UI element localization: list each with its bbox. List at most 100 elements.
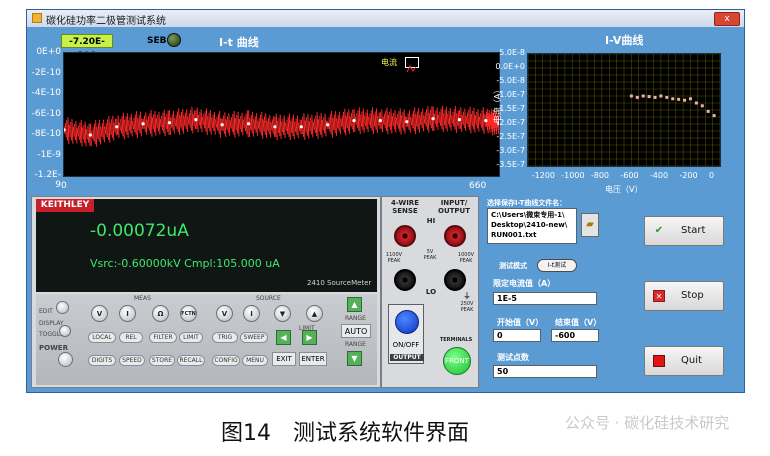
it-noise-segment [201,116,204,126]
it-noise-segment [183,115,186,127]
it-plot-area[interactable] [62,52,501,177]
sense-lo-jack[interactable] [394,269,416,291]
source-v-key[interactable]: V [216,305,233,322]
start-label: Start [681,225,706,236]
output-hi-jack[interactable] [444,225,466,247]
it-noise-segment [165,116,167,130]
file-path-field[interactable]: C:\Users\微束专用-1\ Desktop\2410-new\ RUN00… [487,208,577,244]
sweep-key[interactable]: SWEEP [240,332,268,343]
keithley-logo: KEITHLEY [36,199,94,212]
it-noise-segment [399,108,402,135]
seb-label: SEB [147,36,167,46]
it-data-point [457,118,462,122]
it-y-tick: -1E-9 [37,149,61,160]
config-key[interactable]: CONFIG [212,355,240,366]
stop-button[interactable]: ✕ Stop [644,281,724,311]
left-arrow-key[interactable]: ◀ [276,330,291,345]
source-up-key[interactable]: ▲ [306,305,323,322]
it-noise-segment [81,127,84,140]
it-noise-segment [211,117,214,128]
iv-plot-area[interactable] [527,53,721,167]
rel-key[interactable]: REL [119,332,143,343]
store-key[interactable]: STORE [149,355,175,366]
menu-key[interactable]: MENU [242,355,268,366]
meas-ohm-key[interactable]: Ω [152,305,169,322]
edit-knob[interactable] [56,301,69,314]
output-onoff-button[interactable] [395,310,419,334]
it-noise-segment [414,107,417,135]
it-noise-segment [87,126,90,143]
it-data-point [431,117,435,121]
sense-hi-jack[interactable] [394,225,416,247]
it-noise-segment [441,105,444,133]
mode-toggle[interactable]: I-t测试 [537,259,577,272]
it-noise-segment [345,115,348,129]
it-noise-segment [332,117,335,131]
power-switch[interactable] [58,352,73,367]
browse-folder-icon[interactable]: ▰ [581,213,599,237]
iv-data-point [641,94,645,98]
end-voltage-field[interactable]: -600 [551,329,599,342]
iv-y-tick: 5.0E-8 [499,48,525,57]
terminals-panel: 4-WIRE SENSE INPUT/ OUTPUT HI 1100V PEAK… [381,196,479,388]
it-noise-segment [288,113,291,141]
quit-label: Quit [681,355,702,366]
it-noise-segment [298,122,301,131]
it-noise-segment [157,114,160,132]
it-noise-segment [393,112,396,130]
speed-key[interactable]: SPEED [119,355,145,366]
it-legend-swatch-icon[interactable] [405,57,419,73]
source-i-key[interactable]: I [243,305,260,322]
output-lo-jack[interactable] [444,269,466,291]
meas-v-key[interactable]: V [91,305,108,322]
exit-key[interactable]: EXIT [272,352,296,366]
it-noise-segment [476,112,479,129]
v1000-label: 1000V PEAK [457,252,475,264]
enter-key[interactable]: ENTER [299,352,327,366]
iv-x-tick: -1000 [561,171,585,180]
it-noise-segment [67,117,70,144]
it-noise-segment [344,108,347,136]
it-noise-segment [108,115,111,143]
digits-key[interactable]: DIGITS [88,355,116,366]
start-button[interactable]: ✔ Start [644,216,724,246]
trig-key[interactable]: TRIG [212,332,238,343]
it-noise-segment [216,116,219,131]
it-noise-segment [341,115,344,130]
meas-i-key[interactable]: I [119,305,136,322]
end-voltage-label: 结束值（V） [555,318,602,327]
auto-range-key[interactable]: AUTO [341,324,371,338]
it-noise-segment [371,107,374,134]
it-noise-segment [377,115,380,126]
iv-data-point [665,95,669,99]
start-voltage-field[interactable]: 0 [493,329,541,342]
local-key[interactable]: LOCAL [88,332,116,343]
recall-key[interactable]: RECALL [177,355,205,366]
lo-label: LO [425,288,437,296]
it-noise-segment [258,117,261,133]
quit-button[interactable]: Quit [644,346,724,376]
it-noise-segment [166,113,169,133]
it-noise-segment [197,114,200,126]
close-button[interactable]: x [714,12,740,26]
filter-key[interactable]: FILTER [149,332,177,343]
fctn-key[interactable]: FCTN [180,305,197,322]
source-down-key[interactable]: ▼ [274,305,291,322]
it-noise-segment [257,120,260,129]
limit-current-field[interactable]: 1E-5 [493,292,597,305]
it-noise-segment [319,116,322,135]
front-terminals-button[interactable]: FRONT [443,347,471,375]
toggle-button[interactable] [59,325,71,337]
range-down-key[interactable]: ▼ [347,351,362,366]
it-data-point [115,125,119,129]
it-noise-segment [199,112,202,129]
limit-key[interactable]: LIMIT [179,332,203,343]
right-arrow-key[interactable]: ▶ [302,330,317,345]
it-noise-segment [279,114,282,140]
it-noise-segment [290,120,293,133]
points-field[interactable]: 50 [493,365,597,378]
iv-y-tick: -3.0E-7 [496,146,525,155]
it-noise-segment [383,113,386,129]
range-up-key[interactable]: ▲ [347,297,362,312]
it-noise-segment [192,113,195,127]
